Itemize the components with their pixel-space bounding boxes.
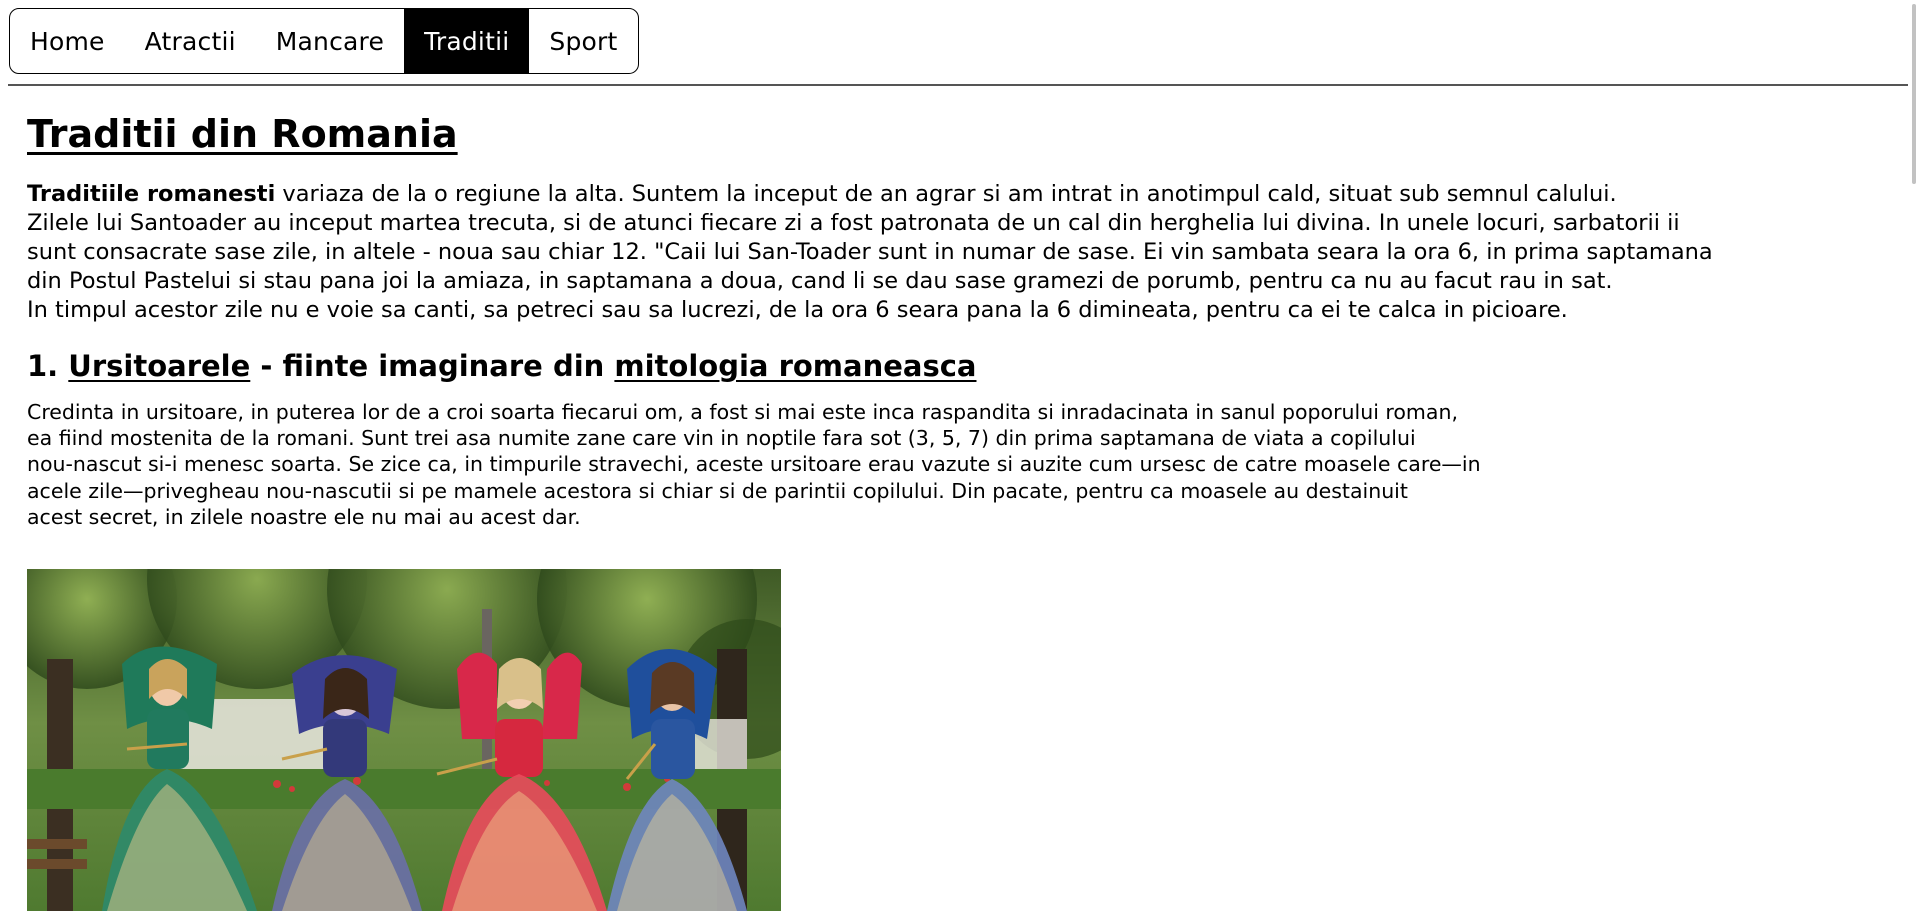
nav-sport[interactable]: Sport	[529, 9, 637, 73]
paragraph-line: acele zile—privegheau nou-nascutii si pe…	[27, 478, 1408, 503]
nav-atractii[interactable]: Atractii	[125, 9, 256, 73]
page-title: Traditii din Romania	[27, 112, 458, 156]
ursitoarele-link[interactable]: Ursitoarele	[68, 349, 250, 383]
paragraph-line: Credinta in ursitoare, in puterea lor de…	[27, 400, 1458, 424]
section-heading-middle: - fiinte imaginare din	[250, 349, 615, 383]
paragraph-line: nou-nascut si-i menesc soarta. Se zice c…	[27, 452, 1481, 477]
nav-home[interactable]: Home	[10, 9, 125, 73]
paragraph-line: ea fiind mostenita de la romani. Sunt tr…	[27, 426, 1416, 451]
intro-line-2: Zilele lui Santoader au inceput martea t…	[27, 210, 1680, 236]
intro-line-5: In timpul acestor zile nu e voie sa cant…	[27, 297, 1568, 323]
nav-mancare[interactable]: Mancare	[256, 9, 404, 73]
main-content: Traditii din Romania Traditiile romanest…	[27, 110, 1727, 530]
vertical-scrollbar[interactable]	[1909, 0, 1917, 911]
nav-traditii[interactable]: Traditii	[404, 9, 530, 73]
section-number: 1.	[27, 349, 69, 383]
paragraph-line: acest secret, in zilele noastre ele nu m…	[27, 504, 581, 529]
intro-line-3: sunt consacrate sase zile, in altele - n…	[27, 239, 1713, 265]
photo-illustration	[27, 569, 781, 911]
main-nav: Home Atractii Mancare Traditii Sport	[9, 8, 639, 74]
section-heading-ursitoarele: 1. Ursitoarele - fiinte imaginare din mi…	[27, 347, 1727, 385]
intro-paragraph: Traditiile romanesti variaza de la o reg…	[27, 180, 1727, 325]
intro-line-1: variaza de la o regiune la alta. Suntem …	[275, 181, 1617, 207]
scrollbar-thumb[interactable]	[1912, 4, 1916, 184]
intro-line-4: din Postul Pastelui si stau pana joi la …	[27, 268, 1613, 294]
intro-lead: Traditiile romanesti	[27, 181, 276, 207]
ursitoare-paragraph: Credinta in ursitoare, in puterea lor de…	[27, 399, 1507, 530]
header-divider	[8, 84, 1908, 86]
mitologia-link[interactable]: mitologia romaneasca	[614, 349, 976, 383]
ursitoare-photo	[27, 569, 781, 911]
